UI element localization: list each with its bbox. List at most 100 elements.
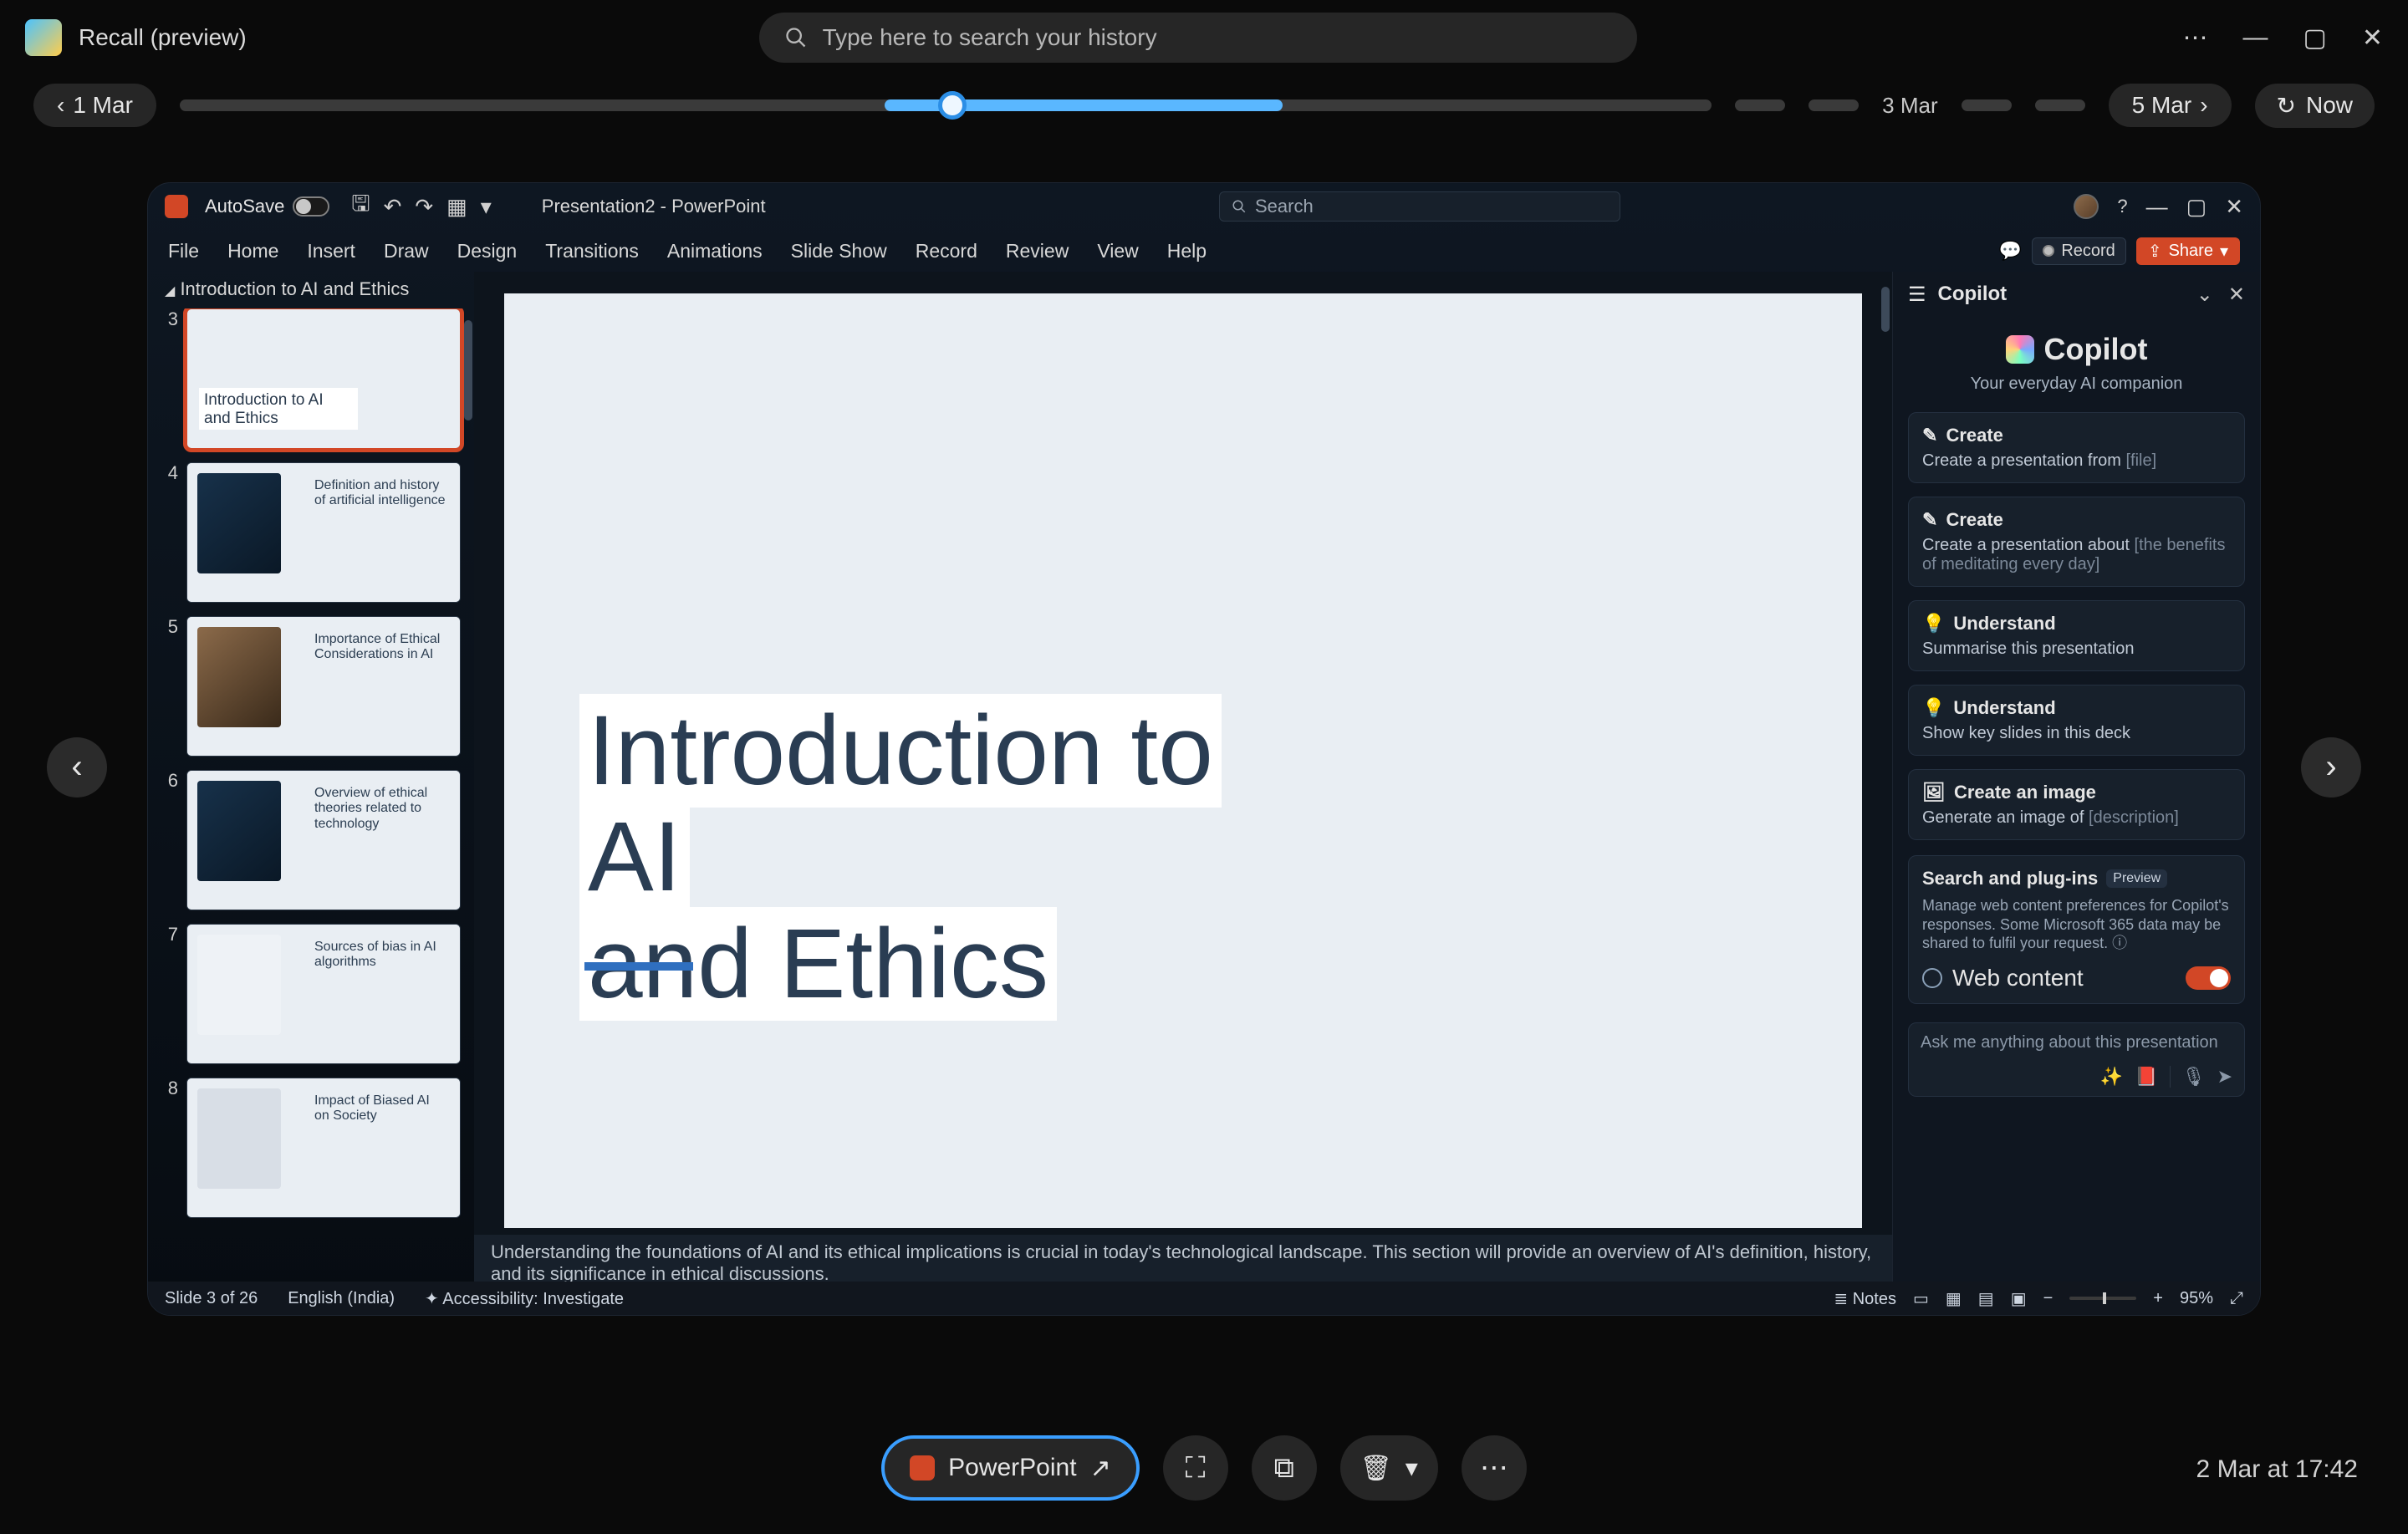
outline-section-header[interactable]: ◢ Introduction to AI and Ethics: [148, 272, 474, 308]
ppt-maximize-button[interactable]: ▢: [2186, 194, 2207, 220]
slide-thumbnail[interactable]: 4Definition and history of artificial in…: [161, 462, 461, 603]
tab-slideshow[interactable]: Slide Show: [791, 240, 887, 262]
minimize-button[interactable]: —: [2243, 23, 2268, 53]
slide-thumbnail-preview[interactable]: Importance of Ethical Considerations in …: [186, 616, 461, 757]
thumbnails-scrollbar[interactable]: [462, 312, 474, 1282]
tab-transitions[interactable]: Transitions: [545, 240, 639, 262]
ppt-minimize-button[interactable]: —: [2146, 194, 2168, 220]
ppt-close-button[interactable]: ✕: [2225, 194, 2243, 220]
undo-icon[interactable]: ↶: [384, 194, 402, 220]
copilot-suggestion-card[interactable]: 💡UnderstandSummarise this presentation: [1908, 600, 2245, 671]
timeline-start-pill[interactable]: ‹ 1 Mar: [33, 84, 156, 127]
send-icon[interactable]: ➤: [2217, 1066, 2232, 1088]
copilot-header-title: Copilot: [1938, 283, 2008, 306]
zoom-slider[interactable]: [2069, 1297, 2136, 1300]
slide-thumbnail[interactable]: 6Overview of ethical theories related to…: [161, 770, 461, 910]
reading-view-icon[interactable]: ▤: [1978, 1288, 1994, 1309]
slide-canvas[interactable]: Introduction to AI and Ethics: [504, 293, 1862, 1228]
scrollbar-thumb[interactable]: [1881, 287, 1890, 332]
book-icon[interactable]: 📕: [2135, 1066, 2157, 1088]
tab-file[interactable]: File: [168, 240, 199, 262]
slide-thumbnail[interactable]: 7Sources of bias in AI algorithms★: [161, 924, 461, 1064]
tab-animations[interactable]: Animations: [667, 240, 763, 262]
slide-position[interactable]: Slide 3 of 26: [165, 1289, 258, 1308]
tab-home[interactable]: Home: [227, 240, 278, 262]
info-icon[interactable]: ⓘ: [2112, 935, 2127, 951]
tab-draw[interactable]: Draw: [384, 240, 429, 262]
now-button[interactable]: ↻ Now: [2255, 84, 2375, 128]
copilot-close-button[interactable]: ✕: [2228, 283, 2245, 307]
ppt-search[interactable]: Search: [1219, 191, 1620, 222]
copilot-suggestion-card[interactable]: 🖼Create an imageGenerate an image of [de…: [1908, 769, 2245, 840]
slide-thumbnail[interactable]: 3Introduction to AI and Ethics★: [161, 308, 461, 449]
mic-icon[interactable]: 🎙: [2182, 1066, 2206, 1088]
accessibility-status[interactable]: ✦ Accessibility: Investigate: [425, 1288, 624, 1309]
redo-icon[interactable]: ↷: [415, 194, 433, 220]
crop-button[interactable]: ⛶: [1163, 1435, 1228, 1501]
chevron-down-icon[interactable]: ⌄: [2196, 283, 2213, 307]
language-status[interactable]: English (India): [288, 1289, 395, 1308]
qat-overflow-icon[interactable]: ▾: [481, 194, 492, 220]
copilot-prompt[interactable]: Ask me anything about this presentation …: [1908, 1022, 2245, 1097]
present-icon[interactable]: ▦: [446, 194, 467, 220]
open-external-icon: ↗: [1090, 1454, 1111, 1483]
copilot-suggestion-card[interactable]: ✎CreateCreate a presentation about [the …: [1908, 497, 2245, 587]
now-label: Now: [2306, 92, 2353, 119]
user-avatar[interactable]: [2074, 194, 2099, 219]
open-app-button[interactable]: PowerPoint ↗: [881, 1435, 1140, 1501]
slide-thumbnail-preview[interactable]: Definition and history of artificial int…: [186, 462, 461, 603]
snapshot-overflow-button[interactable]: ⋯: [1462, 1435, 1527, 1501]
slide-thumbnail-preview[interactable]: Sources of bias in AI algorithms★: [186, 924, 461, 1064]
snapshot-toolbar: PowerPoint ↗ ⛶ ⧉ 🗑 ▾ ⋯: [0, 1435, 2408, 1501]
thumb-title: Importance of Ethical Considerations in …: [314, 632, 448, 663]
tab-design[interactable]: Design: [457, 240, 518, 262]
history-search[interactable]: Type here to search your history: [759, 13, 1637, 63]
delete-button[interactable]: 🗑 ▾: [1340, 1435, 1438, 1501]
close-button[interactable]: ✕: [2362, 23, 2383, 53]
timeline-end-pill[interactable]: 5 Mar ›: [2109, 84, 2232, 127]
slide-thumbnail[interactable]: 5Importance of Ethical Considerations in…: [161, 616, 461, 757]
slide-thumbnail-preview[interactable]: Introduction to AI and Ethics★: [186, 308, 461, 449]
copy-button[interactable]: ⧉: [1252, 1435, 1317, 1501]
fit-to-window-icon[interactable]: ⤢: [2230, 1289, 2243, 1308]
comments-icon[interactable]: 💬: [1999, 240, 2022, 262]
tab-record[interactable]: Record: [916, 240, 977, 262]
sparkle-icon[interactable]: ✨: [2100, 1066, 2123, 1088]
prev-snapshot-button[interactable]: ‹: [47, 737, 107, 798]
thumbnails-list: 3Introduction to AI and Ethics★4Definiti…: [148, 308, 474, 1282]
zoom-out-button[interactable]: −: [2043, 1289, 2053, 1308]
zoom-in-button[interactable]: +: [2153, 1289, 2163, 1308]
normal-view-icon[interactable]: ▭: [1913, 1288, 1929, 1309]
overflow-button[interactable]: ⋯: [2183, 23, 2208, 53]
zoom-level[interactable]: 95%: [2180, 1289, 2213, 1308]
tab-help[interactable]: Help: [1167, 240, 1207, 262]
tab-review[interactable]: Review: [1006, 240, 1069, 262]
tab-view[interactable]: View: [1097, 240, 1138, 262]
web-content-toggle[interactable]: [2186, 966, 2231, 990]
scrollbar-thumb[interactable]: [464, 320, 472, 420]
slide-thumbnail-preview[interactable]: Overview of ethical theories related to …: [186, 770, 461, 910]
slide-thumbnail[interactable]: 8Impact of Biased AI on Society★: [161, 1078, 461, 1218]
help-icon[interactable]: ?: [2117, 196, 2127, 217]
slide-number: 3: [161, 308, 178, 449]
maximize-button[interactable]: ▢: [2303, 23, 2327, 53]
save-icon[interactable]: 🖫: [351, 188, 370, 225]
speaker-notes[interactable]: Understanding the foundations of AI and …: [474, 1235, 1892, 1282]
notes-toggle[interactable]: ≣ Notes: [1834, 1288, 1896, 1309]
copilot-suggestion-card[interactable]: ✎CreateCreate a presentation from [file]: [1908, 412, 2245, 483]
autosave-toggle[interactable]: [293, 196, 329, 217]
sorter-view-icon[interactable]: ▦: [1946, 1288, 1962, 1309]
hamburger-icon[interactable]: ☰: [1908, 283, 1926, 307]
record-button[interactable]: Record: [2032, 237, 2125, 265]
next-snapshot-button[interactable]: ›: [2301, 737, 2361, 798]
slide-thumbnail-preview[interactable]: Impact of Biased AI on Society★: [186, 1078, 461, 1218]
copilot-suggestion-card[interactable]: 💡UnderstandShow key slides in this deck: [1908, 685, 2245, 756]
slideshow-view-icon[interactable]: ▣: [2011, 1288, 2027, 1309]
timeline-track[interactable]: [180, 99, 1712, 111]
share-button[interactable]: ⇪ Share ▾: [2136, 237, 2240, 265]
autosave-control[interactable]: AutoSave: [205, 196, 329, 217]
tab-insert[interactable]: Insert: [307, 240, 355, 262]
thumb-graphic: [197, 935, 281, 1035]
timeline-handle[interactable]: [938, 91, 967, 120]
editor-scrollbar[interactable]: [1879, 275, 1892, 1223]
